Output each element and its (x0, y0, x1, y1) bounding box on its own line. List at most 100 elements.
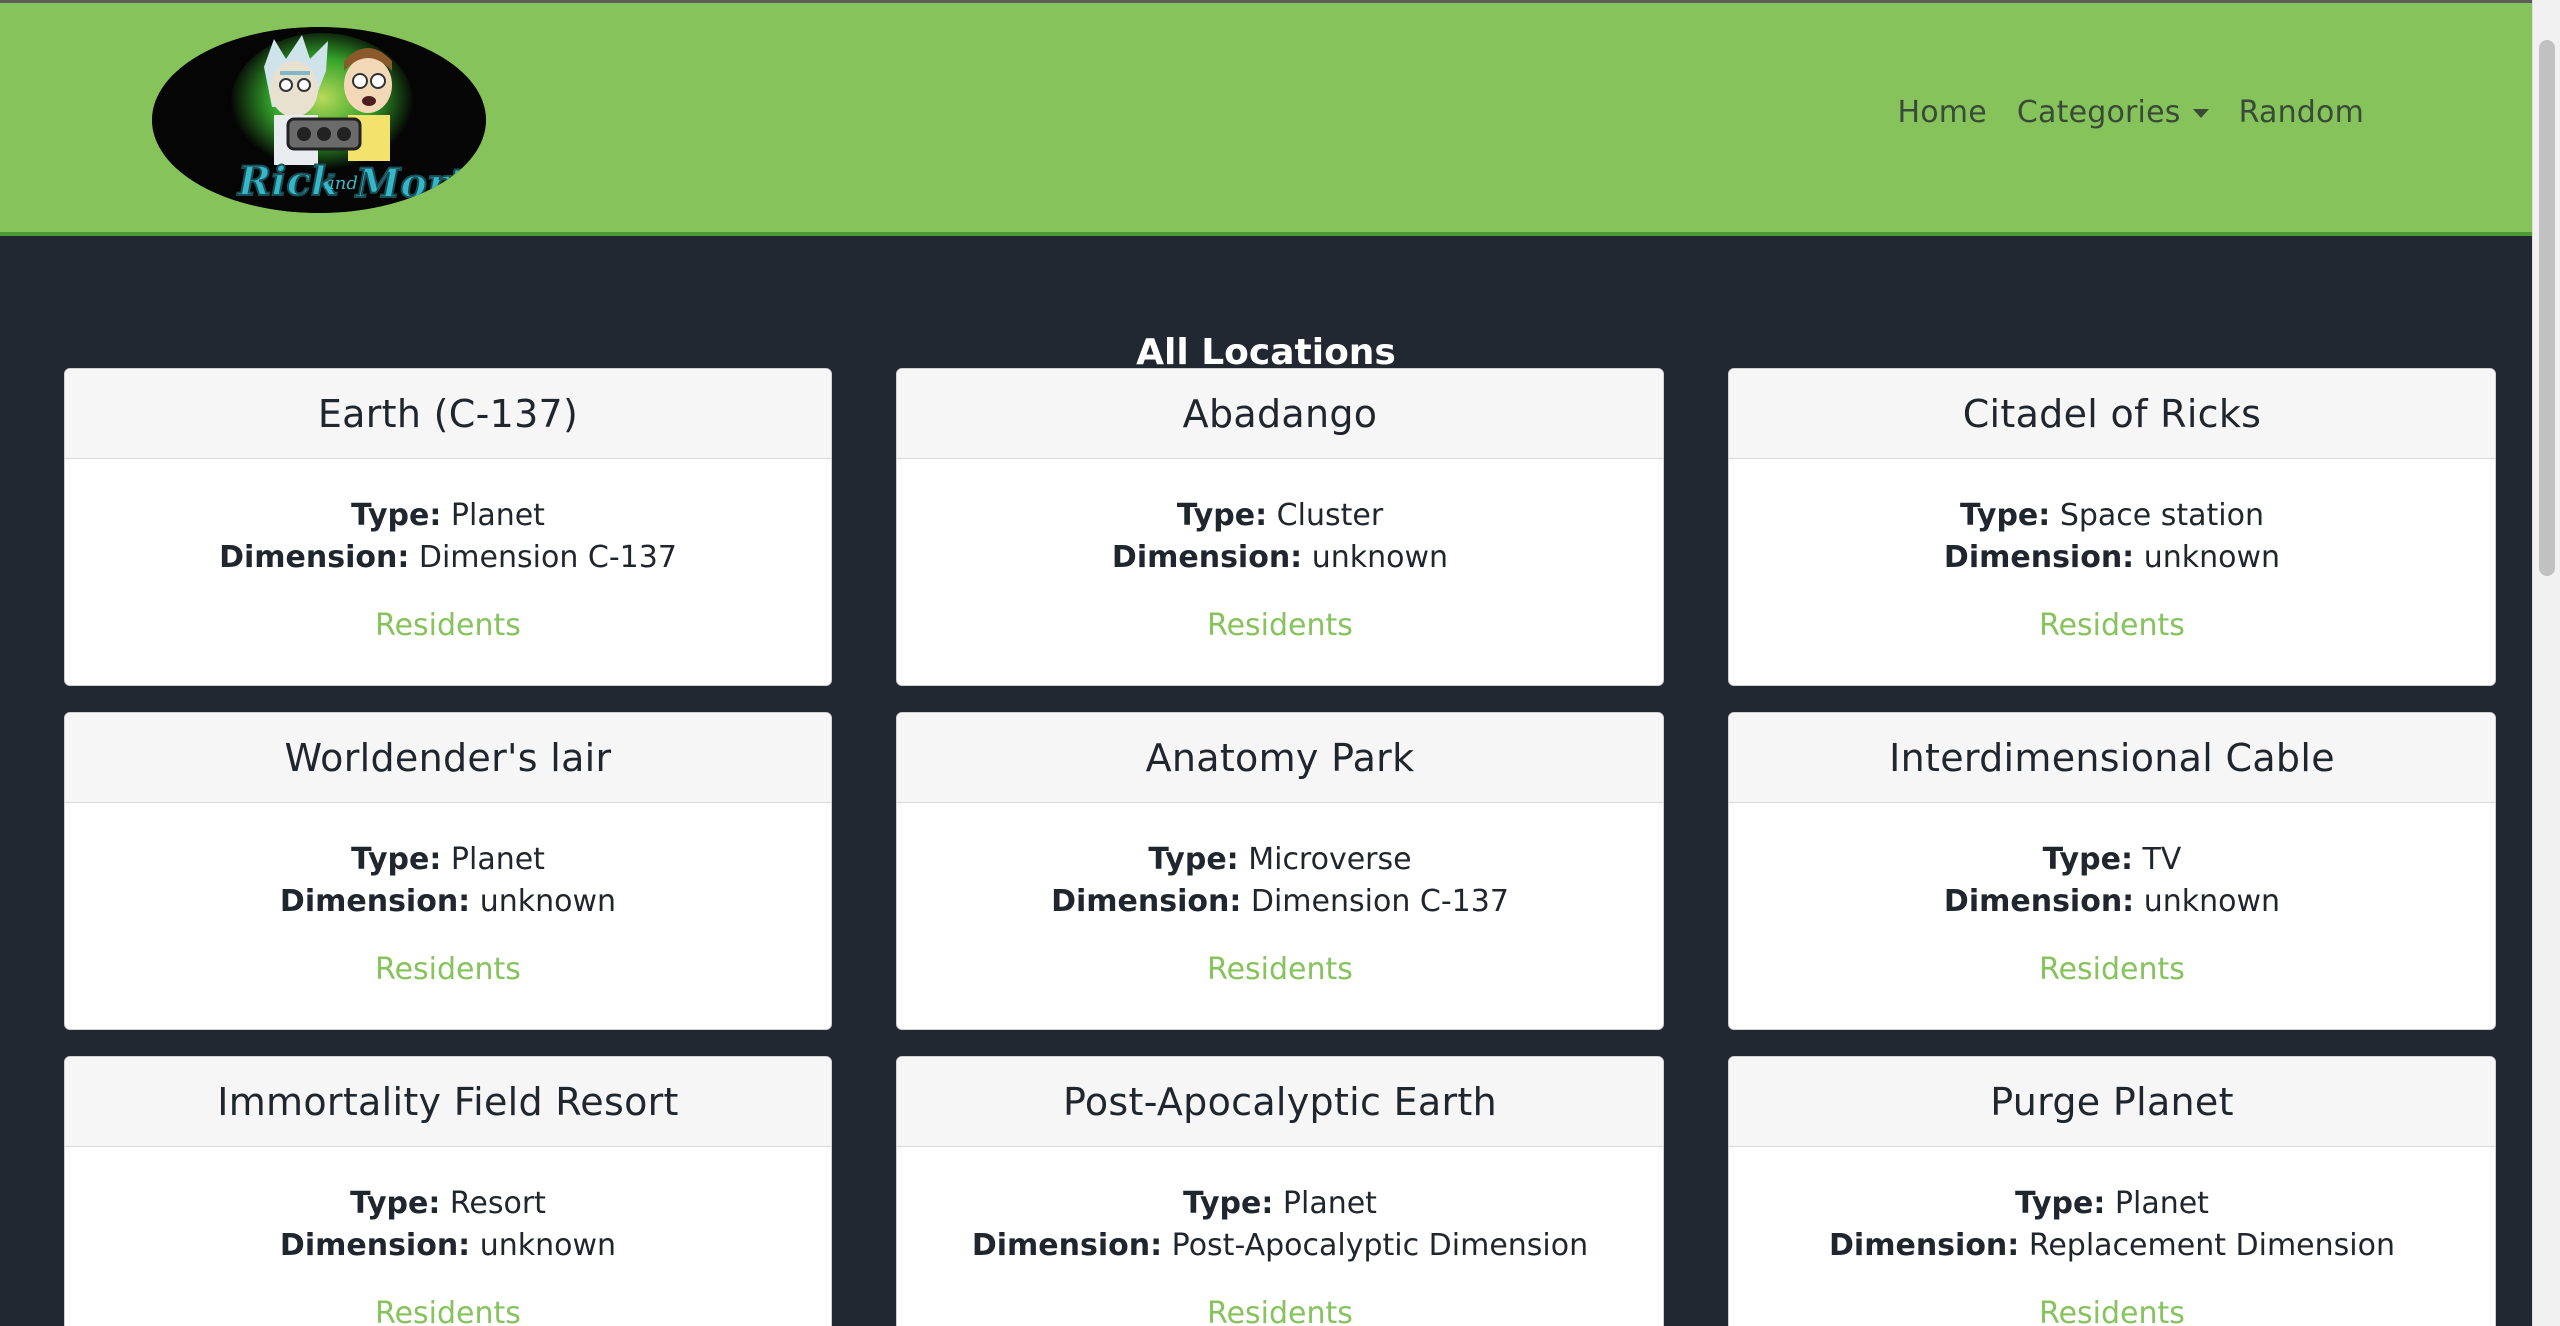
vertical-scrollbar[interactable] (2532, 0, 2560, 1326)
nav-categories-label: Categories (2016, 95, 2181, 130)
nav-home-label: Home (1897, 95, 1987, 130)
dimension-row: Dimension: unknown (897, 537, 1663, 579)
location-details: Type: Microverse Dimension: Dimension C-… (897, 803, 1663, 991)
type-row: Type: Planet (897, 1183, 1663, 1225)
location-details: Type: Space station Dimension: unknown R… (1729, 459, 2495, 647)
location-card: Immortality Field Resort Type: Resort Di… (64, 1056, 832, 1326)
nav-categories-dropdown[interactable]: Categories (2017, 95, 2209, 130)
residents-link[interactable]: Residents (2039, 1293, 2185, 1326)
location-card: Earth (C-137) Type: Planet Dimension: Di… (64, 368, 832, 686)
location-details: Type: Planet Dimension: Replacement Dime… (1729, 1147, 2495, 1326)
location-card: Abadango Type: Cluster Dimension: unknow… (896, 368, 1664, 686)
location-card: Post-Apocalyptic Earth Type: Planet Dime… (896, 1056, 1664, 1326)
caret-down-icon (2192, 109, 2209, 118)
svg-text:and: and (324, 173, 358, 194)
location-card: Anatomy Park Type: Microverse Dimension:… (896, 712, 1664, 1030)
dimension-row: Dimension: unknown (1729, 881, 2495, 923)
location-name: Post-Apocalyptic Earth (897, 1057, 1663, 1147)
rick-and-morty-logo[interactable]: Rick and Morty (152, 27, 486, 213)
type-label: Type: (1959, 498, 2051, 533)
type-label: Type: (1176, 498, 1268, 533)
dimension-label: Dimension: (279, 1228, 471, 1263)
location-card: Interdimensional Cable Type: TV Dimensio… (1728, 712, 2496, 1030)
dimension-row: Dimension: unknown (65, 881, 831, 923)
scrollbar-thumb[interactable] (2539, 40, 2555, 576)
nav-random-link[interactable]: Random (2239, 95, 2364, 130)
dimension-value: unknown (479, 884, 617, 919)
location-card: Purge Planet Type: Planet Dimension: Rep… (1728, 1056, 2496, 1326)
residents-link[interactable]: Residents (1207, 949, 1353, 991)
dimension-label: Dimension: (1829, 1228, 2020, 1263)
location-name: Immortality Field Resort (65, 1057, 831, 1147)
dimension-label: Dimension: (971, 1228, 1163, 1263)
nav-random-label: Random (2238, 95, 2364, 130)
type-label: Type: (350, 1186, 441, 1221)
dimension-row: Dimension: Dimension C-137 (897, 881, 1663, 923)
dimension-label: Dimension: (279, 884, 471, 919)
type-value: Planet (2114, 1186, 2209, 1221)
type-row: Type: Planet (65, 495, 831, 537)
residents-link[interactable]: Residents (1207, 1293, 1353, 1326)
location-name: Purge Planet (1729, 1057, 2495, 1147)
location-name: Interdimensional Cable (1729, 713, 2495, 803)
location-details: Type: Planet Dimension: Post-Apocalyptic… (897, 1147, 1663, 1326)
dimension-label: Dimension: (1943, 540, 2135, 575)
type-value: Resort (449, 1186, 546, 1221)
type-value: TV (2142, 842, 2182, 877)
type-label: Type: (351, 498, 442, 533)
type-row: Type: Cluster (897, 495, 1663, 537)
type-row: Type: Planet (1729, 1183, 2495, 1225)
type-value: Planet (450, 498, 545, 533)
location-details: Type: Resort Dimension: unknown Resident… (65, 1147, 831, 1326)
type-value: Cluster (1276, 498, 1384, 533)
dimension-row: Dimension: Post-Apocalyptic Dimension (897, 1225, 1663, 1267)
dimension-row: Dimension: Replacement Dimension (1729, 1225, 2495, 1267)
residents-link[interactable]: Residents (375, 605, 521, 647)
main-nav: Home Categories Random (1897, 95, 2364, 130)
location-card: Worldender's lair Type: Planet Dimension… (64, 712, 832, 1030)
type-row: Type: Microverse (897, 839, 1663, 881)
type-label: Type: (1148, 842, 1239, 877)
type-row: Type: Space station (1729, 495, 2495, 537)
type-value: Microverse (1248, 842, 1412, 877)
nav-home-link[interactable]: Home (1897, 95, 1986, 130)
svg-text:Morty: Morty (354, 160, 486, 207)
dimension-value: unknown (2143, 884, 2281, 919)
dimension-value: Post-Apocalyptic Dimension (1171, 1228, 1589, 1263)
dimension-value: Dimension C-137 (418, 540, 677, 575)
residents-link[interactable]: Residents (2039, 949, 2185, 991)
dimension-row: Dimension: unknown (1729, 537, 2495, 579)
dimension-label: Dimension: (1943, 884, 2135, 919)
dimension-label: Dimension: (1051, 884, 1242, 919)
residents-link[interactable]: Residents (1207, 605, 1353, 647)
logo-artwork: Rick and Morty (152, 27, 486, 213)
type-value: Planet (1282, 1186, 1377, 1221)
location-name: Anatomy Park (897, 713, 1663, 803)
dimension-value: unknown (2143, 540, 2281, 575)
type-row: Type: TV (1729, 839, 2495, 881)
residents-link[interactable]: Residents (375, 1293, 521, 1326)
location-name: Worldender's lair (65, 713, 831, 803)
type-label: Type: (2042, 842, 2133, 877)
location-name: Abadango (897, 369, 1663, 459)
type-row: Type: Planet (65, 839, 831, 881)
dimension-label: Dimension: (219, 540, 410, 575)
type-value: Planet (450, 842, 545, 877)
location-details: Type: Planet Dimension: Dimension C-137 … (65, 459, 831, 647)
locations-grid: Earth (C-137) Type: Planet Dimension: Di… (64, 368, 2496, 1326)
dimension-value: Dimension C-137 (1250, 884, 1509, 919)
location-details: Type: Cluster Dimension: unknown Residen… (897, 459, 1663, 647)
residents-link[interactable]: Residents (2039, 605, 2185, 647)
dimension-row: Dimension: Dimension C-137 (65, 537, 831, 579)
type-value: Space station (2059, 498, 2265, 533)
type-label: Type: (351, 842, 442, 877)
location-card: Citadel of Ricks Type: Space station Dim… (1728, 368, 2496, 686)
type-label: Type: (2015, 1186, 2106, 1221)
location-name: Citadel of Ricks (1729, 369, 2495, 459)
dimension-row: Dimension: unknown (65, 1225, 831, 1267)
dimension-value: unknown (1311, 540, 1449, 575)
residents-link[interactable]: Residents (375, 949, 521, 991)
navbar: Rick and Morty Home Categories Random (0, 0, 2532, 236)
dimension-value: unknown (479, 1228, 617, 1263)
location-details: Type: Planet Dimension: unknown Resident… (65, 803, 831, 991)
